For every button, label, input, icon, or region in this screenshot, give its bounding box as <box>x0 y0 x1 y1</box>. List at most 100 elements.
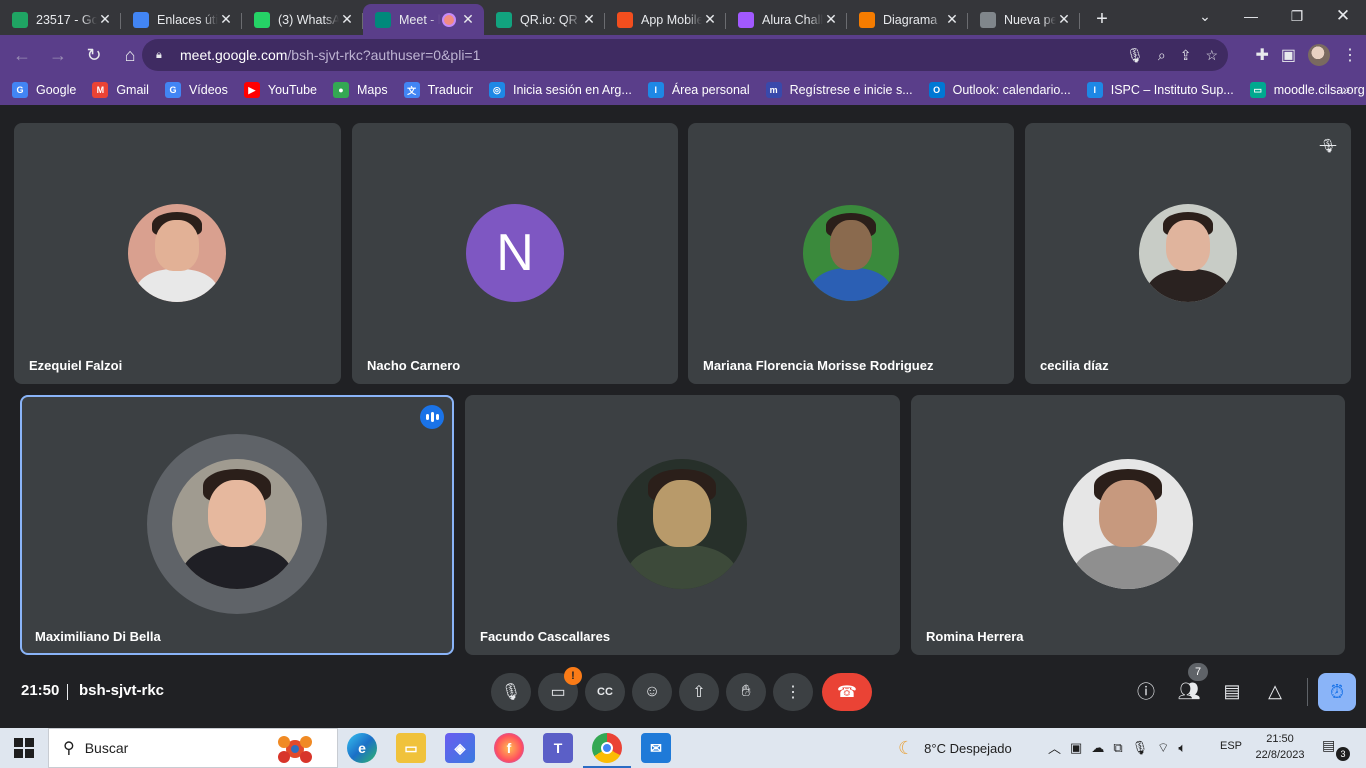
qr-code-icon <box>496 11 512 28</box>
firefox-app-icon[interactable]: f <box>494 733 524 763</box>
new-tab-button[interactable]: + <box>1088 5 1116 33</box>
close-window-button[interactable]: ✕ <box>1328 0 1358 32</box>
zoom-icon[interactable]: ⌕ <box>1158 47 1166 64</box>
bookmark-item[interactable]: O Outlook: calendario... <box>928 82 1071 98</box>
extensions-icon[interactable]: ✚ <box>1255 45 1268 65</box>
microphone-button[interactable]: 🎙︎ <box>491 673 531 711</box>
browser-tab[interactable]: Alura Challenge✕ <box>726 4 847 35</box>
close-tab-icon[interactable]: ✕ <box>702 11 718 28</box>
chat-icon[interactable]: ▤ <box>1219 678 1245 704</box>
system-tray: ︿ ▣ ☁ ⧉ 🎙︎ ⌔ 🔈︎ <box>1048 738 1186 757</box>
close-tab-icon[interactable]: ✕ <box>581 11 597 28</box>
forward-button[interactable]: → <box>42 39 74 71</box>
participant-tile[interactable]: Mariana Florencia Morisse Rodriguez <box>688 123 1014 384</box>
browser-tab[interactable]: Nueva pestaña✕ <box>968 4 1080 35</box>
camera-tray-icon[interactable]: ▣ <box>1070 740 1082 756</box>
input-language[interactable]: ESP <box>1220 740 1242 752</box>
mail-app-icon[interactable]: ✉ <box>641 733 671 763</box>
bookmark-label: moodle.cilsa.org <box>1273 83 1365 97</box>
show-hidden-icons-icon[interactable]: ︿ <box>1048 738 1061 757</box>
captions-button[interactable]: CC <box>585 673 625 711</box>
edge-app-icon[interactable]: e <box>347 733 377 763</box>
volume-icon[interactable]: 🔈︎ <box>1178 740 1186 756</box>
raise-hand-button[interactable]: ✋︎ <box>726 673 766 711</box>
close-tab-icon[interactable]: ✕ <box>944 11 960 28</box>
present-screen-button[interactable]: ⇧ <box>679 673 719 711</box>
browser-tab[interactable]: 23517 - Google Drive✕ <box>0 4 121 35</box>
bookmark-item[interactable]: ▶ YouTube <box>243 82 317 98</box>
avatar-face <box>155 219 199 271</box>
close-tab-icon[interactable]: ✕ <box>1056 11 1072 28</box>
back-button[interactable]: ← <box>6 39 38 71</box>
bookmark-label: Inicia sesión en Arg... <box>512 83 632 97</box>
notifications-icon[interactable]: ▤ 3 <box>1322 737 1350 761</box>
people-count-badge: 7 <box>1188 663 1208 681</box>
people-icon[interactable]: 👥︎ <box>1176 678 1202 704</box>
bookmark-item[interactable]: G Vídeos <box>164 82 228 98</box>
more-bookmarks-icon[interactable]: » <box>1342 81 1350 97</box>
browser-tab[interactable]: QR.io: QR Code Generator✕ <box>484 4 605 35</box>
participant-tile[interactable]: Maximiliano Di Bella <box>20 395 454 655</box>
tab-search-icon[interactable]: ⌄ <box>1192 0 1218 32</box>
bookmark-favicon-icon: ▭ <box>1249 82 1266 98</box>
participant-tile[interactable]: cecilia díaz 🎙︎ <box>1025 123 1351 384</box>
browser-tab[interactable]: Diagrama ✕ <box>847 4 968 35</box>
activities-icon[interactable]: △ <box>1262 678 1288 704</box>
bookmark-item[interactable]: m Regístrese e inicie s... <box>765 82 913 98</box>
remote-display-icon[interactable]: ⧉ <box>1113 740 1122 756</box>
wifi-icon[interactable]: ⌔ <box>1157 740 1169 756</box>
bookmark-star-icon[interactable]: ☆ <box>1205 47 1218 64</box>
host-controls-button[interactable]: ⏰︎ <box>1318 673 1356 711</box>
copilot-app-icon[interactable]: ◈ <box>445 733 475 763</box>
more-options-button[interactable]: ⋮ <box>773 673 813 711</box>
participant-tile[interactable]: Ezequiel Falzoi <box>14 123 341 384</box>
participant-tile[interactable]: Romina Herrera <box>911 395 1345 655</box>
close-tab-icon[interactable]: ✕ <box>339 11 355 28</box>
camera-warning-badge: ! <box>564 667 582 685</box>
browser-tab[interactable]: App Mobile ✕ <box>605 4 726 35</box>
bookmark-item[interactable]: G Google <box>12 82 76 98</box>
close-tab-icon[interactable]: ✕ <box>218 11 234 28</box>
leave-call-button[interactable]: ☎︎ <box>822 673 872 711</box>
cloud-sync-icon[interactable]: ☁ <box>1091 740 1104 756</box>
address-bar[interactable]: 🔒︎ meet.google.com/bsh-sjvt-rkc?authuser… <box>142 39 1228 71</box>
close-tab-icon[interactable]: ✕ <box>823 11 839 28</box>
bookmark-item[interactable]: I ISPC – Instituto Sup... <box>1086 82 1234 98</box>
bookmark-item[interactable]: ◎ Inicia sesión en Arg... <box>488 82 632 98</box>
bookmark-favicon-icon: ◎ <box>488 82 505 98</box>
meeting-clock: 21:50 <box>21 682 60 699</box>
camera-button[interactable]: ▭ ! <box>538 667 582 711</box>
file-explorer-app-icon[interactable]: ▭ <box>396 733 426 763</box>
browser-tab-strip: 23517 - Google Drive✕Enlaces útiles✕(3) … <box>0 0 1366 35</box>
close-tab-icon[interactable]: ✕ <box>97 11 113 28</box>
browser-tab[interactable]: (3) WhatsApp✕ <box>242 4 363 35</box>
windows-start-icon[interactable] <box>14 738 34 758</box>
profile-avatar[interactable] <box>1308 44 1330 66</box>
microphone-tray-icon[interactable]: 🎙︎ <box>1132 740 1149 756</box>
browser-tab[interactable]: Enlaces útiles✕ <box>121 4 242 35</box>
share-icon[interactable]: ⇪ <box>1180 47 1192 64</box>
chrome-app-icon[interactable] <box>583 733 631 768</box>
reactions-button[interactable]: ☺ <box>632 673 672 711</box>
weather-widget[interactable]: ☾ 8°C Despejado <box>898 738 1012 759</box>
tab-title: 23517 - Google Drive <box>36 12 97 27</box>
teams-app-icon[interactable]: T <box>543 733 573 763</box>
chrome-menu-icon[interactable]: ⋮ <box>1342 45 1358 65</box>
lock-icon[interactable]: 🔒︎ <box>156 49 168 61</box>
meet-video-grid: Ezequiel Falzoi N Nacho Carnero Mariana Flo… <box>0 105 1366 728</box>
taskbar-clock[interactable]: 21:50 22/8/2023 <box>1250 731 1310 763</box>
browser-tab[interactable]: Meet - bsh-sjvt-rkc ✕ <box>363 4 484 35</box>
bookmark-item[interactable]: M Gmail <box>92 82 149 98</box>
meeting-info-icon[interactable]: ⓘ <box>1133 678 1159 704</box>
microphone-icon[interactable]: 🎙︎ <box>1126 47 1144 64</box>
participant-tile[interactable]: Facundo Cascallares <box>465 395 900 655</box>
reload-button[interactable]: ↻ <box>78 39 110 71</box>
close-tab-icon[interactable]: ✕ <box>460 11 476 28</box>
bookmark-item[interactable]: I Área personal <box>647 82 750 98</box>
bookmark-item[interactable]: 文 Traducir <box>403 82 473 98</box>
bookmark-item[interactable]: ● Maps <box>333 82 388 98</box>
participant-tile[interactable]: N Nacho Carnero <box>352 123 678 384</box>
side-panel-icon[interactable]: ▣ <box>1281 45 1296 65</box>
restore-window-button[interactable]: ❐ <box>1282 0 1312 32</box>
minimize-window-button[interactable]: — <box>1236 0 1266 32</box>
